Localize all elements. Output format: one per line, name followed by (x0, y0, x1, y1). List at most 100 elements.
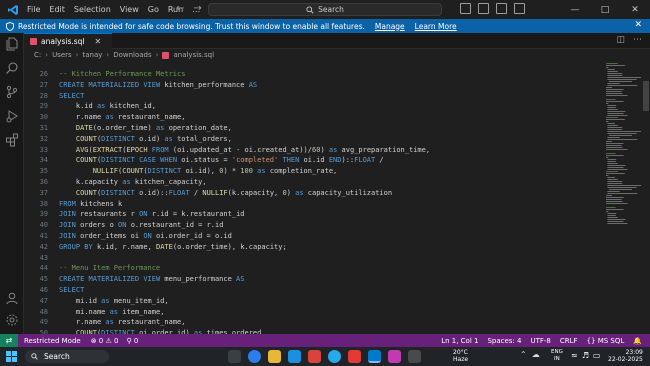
code-line[interactable]: 37 COUNT(DISTINCT o.id)::FLOAT / NULLIF(… (24, 188, 604, 199)
youtube-icon[interactable] (348, 350, 361, 363)
toggle-panel-icon[interactable] (478, 3, 489, 14)
close-tab-icon[interactable]: ✕ (95, 37, 102, 46)
code-line[interactable]: 36 k.capacity as kitchen_capacity, (24, 177, 604, 188)
code-text[interactable]: FROM kitchens k (59, 199, 122, 210)
gear-icon[interactable] (5, 313, 19, 327)
code-line[interactable]: 47 mi.id as menu_item_id, (24, 296, 604, 307)
explorer-icon[interactable] (5, 37, 19, 51)
forward-arrow-icon[interactable]: → (193, 3, 201, 14)
code-text[interactable]: JOIN orders o ON o.restaurant_id = r.id (59, 220, 223, 231)
back-arrow-icon[interactable]: ← (176, 3, 184, 14)
onedrive-icon[interactable]: ☁ (532, 350, 540, 359)
chrome-icon[interactable] (248, 350, 261, 363)
encoding[interactable]: UTF-8 (530, 337, 550, 345)
code-text[interactable]: mi.name as item_name, (59, 307, 165, 318)
code-text[interactable]: COUNT(DISTINCT o.id)::FLOAT / NULLIF(k.c… (59, 188, 392, 199)
code-text[interactable]: CREATE MATERIALIZED VIEW menu_performanc… (59, 274, 244, 285)
minimize-button[interactable]: — (560, 0, 590, 19)
vertical-scrollbar[interactable] (643, 81, 649, 111)
code-line[interactable]: 48 mi.name as item_name, (24, 307, 604, 318)
code-line[interactable]: 39 JOIN restaurants r ON r.id = k.restaur… (24, 209, 604, 220)
indentation[interactable]: Spaces: 4 (487, 337, 521, 345)
code-line[interactable]: 27 CREATE MATERIALIZED VIEW kitchen_perfo… (24, 80, 604, 91)
input-language[interactable]: ENG IN (551, 349, 563, 363)
code-line[interactable]: 29 k.id as kitchen_id, (24, 101, 604, 112)
code-line[interactable]: 42 GROUP BY k.id, r.name, DATE(o.order_ti… (24, 242, 604, 253)
code-text[interactable]: mi.id as menu_item_id, (59, 296, 169, 307)
code-text[interactable]: -- Menu Item Performance (59, 263, 160, 274)
code-line[interactable]: 44 -- Menu Item Performance (24, 263, 604, 274)
ports-indicator[interactable]: ⚲ 0 (126, 337, 138, 345)
code-text[interactable]: COUNT(DISTINCT CASE WHEN oi.status = 'co… (59, 155, 384, 166)
app-icon-2[interactable] (408, 350, 421, 363)
run-and-debug-icon[interactable] (5, 109, 19, 123)
search-icon[interactable] (5, 61, 19, 75)
chevron-up-icon[interactable]: ⌃ (520, 350, 527, 359)
code-line[interactable]: 46 SELECT (24, 285, 604, 296)
code-text[interactable]: GROUP BY k.id, r.name, DATE(o.order_time… (59, 242, 287, 253)
vscode-taskbar-icon[interactable] (368, 350, 381, 363)
end-of-line[interactable]: CRLF (560, 337, 578, 345)
code-line[interactable]: 33 AVG(EXTRACT(EPOCH FROM (oi.updated_at… (24, 145, 604, 156)
minimap[interactable] (604, 61, 642, 334)
notifications-bell-icon[interactable]: 🔔 (633, 337, 642, 345)
code-line[interactable]: 35 NULLIF(COUNT(DISTINCT oi.id), 0) * 10… (24, 166, 604, 177)
cursor-position[interactable]: Ln 1, Col 1 (441, 337, 478, 345)
code-editor[interactable]: 26 -- Kitchen Performance Metrics 27 CREATE… (24, 61, 650, 334)
menu-edit[interactable]: Edit (49, 5, 65, 14)
breadcrumb-drive[interactable]: C: (34, 51, 41, 59)
extensions-icon[interactable] (5, 133, 19, 147)
more-actions-icon[interactable]: ⋯ (633, 35, 642, 45)
code-line[interactable]: 28 SELECT (24, 91, 604, 102)
remote-indicator-icon[interactable]: ⇄ (0, 334, 18, 347)
code-text[interactable]: k.capacity as kitchen_capacity, (59, 177, 207, 188)
menu-view[interactable]: View (120, 5, 139, 14)
code-text[interactable]: -- Kitchen Performance Metrics (59, 69, 185, 80)
code-line[interactable]: 49 r.name as restaurant_name, (24, 317, 604, 328)
command-center-search[interactable]: Search (208, 3, 442, 16)
language-mode[interactable]: {} MS SQL (587, 337, 625, 345)
code-text[interactable]: r.name as restaurant_name, (59, 317, 186, 328)
telegram-icon[interactable] (328, 350, 341, 363)
task-view-icon[interactable] (228, 350, 241, 363)
code-text[interactable]: DATE(o.order_time) as operation_date, (59, 123, 232, 134)
code-lines[interactable]: 26 -- Kitchen Performance Metrics 27 CREATE… (24, 69, 604, 334)
code-text[interactable]: COUNT(DISTINCT o.id) as total_orders, (59, 134, 232, 145)
code-line[interactable]: 45 CREATE MATERIALIZED VIEW menu_performa… (24, 274, 604, 285)
customize-layout-icon[interactable] (514, 3, 525, 14)
source-control-icon[interactable] (5, 85, 19, 99)
code-line[interactable]: 41 JOIN order_items oi ON oi.order_id = o… (24, 231, 604, 242)
weather-widget[interactable]: 20°C Haze (453, 349, 468, 363)
file-explorer-icon[interactable] (268, 350, 281, 363)
office-icon[interactable] (308, 350, 321, 363)
breadcrumb-users[interactable]: Users (52, 51, 72, 59)
code-line[interactable]: 30 r.name as restaurant_name, (24, 112, 604, 123)
clock[interactable]: 23:09 22-02-2025 (608, 349, 643, 363)
close-button[interactable]: ✕ (620, 0, 650, 19)
taskbar-search[interactable]: Search (25, 350, 109, 363)
menu-selection[interactable]: Selection (74, 5, 111, 14)
close-banner-icon[interactable]: ✕ (634, 20, 642, 30)
code-text[interactable]: NULLIF(COUNT(DISTINCT oi.id), 0) * 100 a… (59, 166, 338, 177)
problems-indicator[interactable]: ⊗ 0 ⚠ 0 (91, 337, 119, 345)
code-text[interactable]: JOIN order_items oi ON oi.order_id = o.i… (59, 231, 232, 242)
tab-analysis-sql[interactable]: analysis.sql ✕ (24, 33, 112, 49)
code-text[interactable]: k.id as kitchen_id, (59, 101, 156, 112)
code-text[interactable]: r.name as restaurant_name, (59, 112, 186, 123)
code-line[interactable]: 26 -- Kitchen Performance Metrics (24, 69, 604, 80)
breadcrumb-tanay[interactable]: tanay (82, 51, 102, 59)
breadcrumb-downloads[interactable]: Downloads (113, 51, 151, 59)
restricted-mode-indicator[interactable]: Restricted Mode (24, 337, 81, 345)
code-line[interactable]: 34 COUNT(DISTINCT CASE WHEN oi.status = … (24, 155, 604, 166)
code-text[interactable]: SELECT (59, 285, 84, 296)
split-editor-icon[interactable]: ◫ (616, 35, 625, 45)
edge-icon[interactable] (288, 350, 301, 363)
code-line[interactable]: 38 FROM kitchens k (24, 199, 604, 210)
code-text[interactable]: AVG(EXTRACT(EPOCH FROM (oi.updated_at - … (59, 145, 430, 156)
code-line[interactable]: 40 JOIN orders o ON o.restaurant_id = r.i… (24, 220, 604, 231)
app-icon[interactable] (388, 350, 401, 363)
maximize-button[interactable]: □ (590, 0, 620, 19)
account-icon[interactable] (5, 291, 19, 305)
code-text[interactable]: JOIN restaurants r ON r.id = k.restauran… (59, 209, 245, 220)
code-line[interactable]: 31 DATE(o.order_time) as operation_date, (24, 123, 604, 134)
